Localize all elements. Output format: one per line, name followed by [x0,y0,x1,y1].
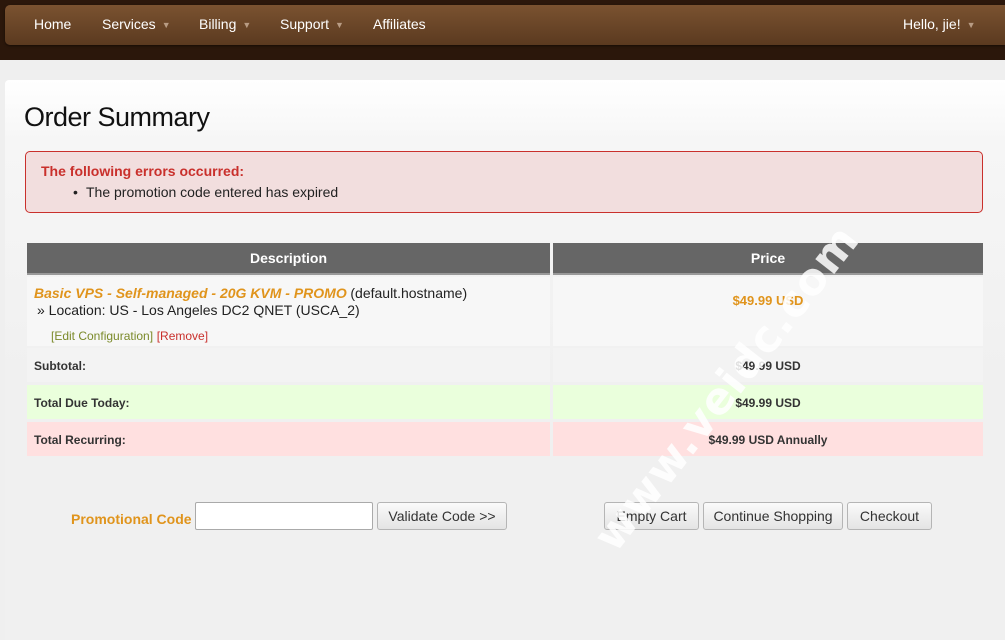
header-description: Description [27,243,550,275]
subtotal-label-cell: Subtotal: [27,348,550,382]
total-due-label-cell: Total Due Today: [27,385,550,419]
recurring-value-cell: $49.99 USD Annually [553,422,983,456]
product-description-cell: Basic VPS - Self-managed - 20G KVM - PRO… [27,277,550,325]
caret-down-icon: ▼ [161,20,171,31]
nav-support[interactable]: Support ▼ [280,5,344,45]
total-due-value-cell: $49.99 USD [553,385,983,419]
total-due-label: Total Due Today: [34,396,130,410]
nav-home-label: Home [34,16,72,32]
validate-code-button[interactable]: Validate Code >> [377,502,507,530]
remove-link[interactable]: [Remove] [157,329,208,343]
nav-services[interactable]: Services ▼ [102,5,171,45]
user-greeting: Hello, jie! [903,16,961,32]
nav-billing-label: Billing [199,16,237,32]
promo-code-input[interactable] [195,502,373,530]
error-alert: The following errors occurred: • The pro… [25,151,983,213]
recurring-label-cell: Total Recurring: [27,422,550,456]
nav-user-menu[interactable]: Hello, jie! ▼ [903,5,976,45]
table-row-total-due: Total Due Today: $49.99 USD [27,385,983,419]
nav-billing[interactable]: Billing ▼ [199,5,251,45]
error-list-item: • The promotion code entered has expired [73,184,339,200]
table-row-recurring: Total Recurring: $49.99 USD Annually [27,422,983,456]
table-row-actions: [Edit Configuration] [Remove] [27,325,983,346]
continue-shopping-button[interactable]: Continue Shopping [703,502,843,530]
header-price: Price [553,243,983,275]
caret-down-icon: ▼ [335,20,344,31]
subtotal-label: Subtotal: [34,359,86,373]
product-hostname: (default.hostname) [350,285,468,301]
recurring-label: Total Recurring: [34,433,126,447]
caret-down-icon: ▼ [966,20,976,31]
caret-down-icon: ▼ [242,20,252,31]
edit-configuration-link[interactable]: [Edit Configuration] [51,329,153,343]
nav-support-label: Support [280,16,330,32]
nav-affiliates-label: Affiliates [373,16,426,32]
recurring-value: $49.99 USD Annually [708,433,828,447]
bullet-icon: • [73,184,78,200]
actions-cell: [Edit Configuration] [Remove] [27,325,550,346]
product-location: » Location: US - Los Angeles DC2 QNET (U… [37,302,360,318]
promo-code-label: Promotional Code [71,511,192,527]
error-title: The following errors occurred: [41,163,245,179]
page-title: Order Summary [24,102,210,132]
product-name: Basic VPS - Self-managed - 20G KVM - PRO… [34,285,347,301]
checkout-button[interactable]: Checkout [847,502,932,530]
nav-affiliates[interactable]: Affiliates [373,5,426,45]
nav-services-label: Services [102,16,156,32]
error-message: The promotion code entered has expired [86,184,339,200]
main-navbar: Home Services ▼ Billing ▼ Support ▼ Affilia… [5,5,1005,45]
nav-home[interactable]: Home [34,5,71,45]
table-row-subtotal: Subtotal: $49.99 USD [27,348,983,382]
